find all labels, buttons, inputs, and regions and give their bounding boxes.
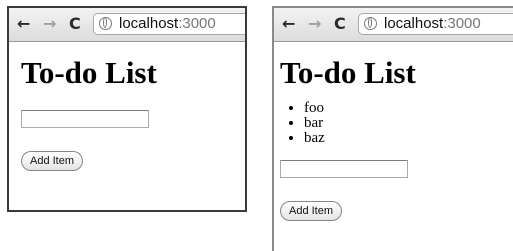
back-arrow-icon[interactable]: ← bbox=[282, 14, 295, 34]
url-host: localhost bbox=[119, 15, 179, 32]
todo-list: foo bar baz bbox=[280, 101, 513, 146]
add-item-button[interactable]: Add Item bbox=[280, 201, 343, 221]
globe-icon bbox=[99, 17, 112, 30]
reload-icon[interactable]: C bbox=[334, 14, 346, 34]
url-port: :3000 bbox=[178, 15, 216, 32]
browser-window-with-items: ← → C localhost:3000 To-do List foo bar … bbox=[272, 6, 513, 251]
address-bar[interactable]: localhost:3000 bbox=[358, 13, 513, 35]
globe-icon bbox=[364, 17, 377, 30]
page-content: To-do List foo bar baz Add Item bbox=[274, 54, 513, 221]
address-bar[interactable]: localhost:3000 bbox=[93, 13, 245, 35]
add-item-button[interactable]: Add Item bbox=[21, 151, 84, 171]
new-item-input[interactable] bbox=[280, 160, 408, 178]
page-title: To-do List bbox=[280, 55, 416, 90]
reload-icon[interactable]: C bbox=[69, 14, 81, 34]
list-item: baz bbox=[304, 131, 513, 146]
browser-window-empty: ← → C localhost:3000 To-do List Add Item bbox=[7, 6, 247, 212]
page-content: To-do List Add Item bbox=[9, 54, 245, 171]
browser-toolbar: ← → C localhost:3000 bbox=[274, 8, 513, 42]
page-title: To-do List bbox=[21, 55, 157, 90]
back-arrow-icon[interactable]: ← bbox=[17, 14, 30, 34]
forward-arrow-icon[interactable]: → bbox=[43, 14, 56, 34]
list-item: foo bbox=[304, 101, 513, 116]
list-item: bar bbox=[304, 116, 513, 131]
new-item-input[interactable] bbox=[21, 110, 149, 128]
url-port: :3000 bbox=[443, 15, 481, 32]
url-host: localhost bbox=[384, 15, 444, 32]
forward-arrow-icon[interactable]: → bbox=[308, 14, 321, 34]
browser-toolbar: ← → C localhost:3000 bbox=[9, 8, 245, 42]
